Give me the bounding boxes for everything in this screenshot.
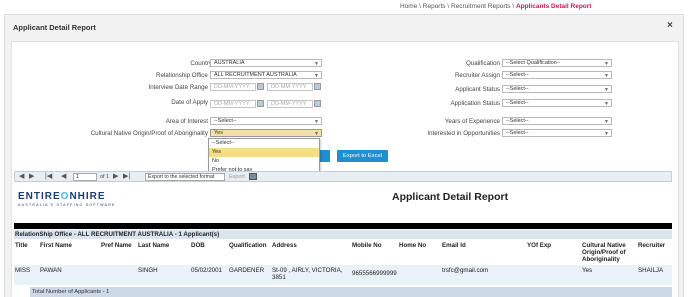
report-toolbar: ◀ ▶ |◀ ◀ 1 of 1 ▶ ▶| Export to the selec… — [14, 171, 672, 182]
relationship-office-label: Relationship Office * — [156, 72, 212, 79]
cell-email: trsfc@gmail.com — [442, 267, 489, 274]
area-of-interest-label: Area of Interest — [165, 118, 208, 125]
breadcrumb-home[interactable]: Home — [400, 3, 417, 10]
application-status-select[interactable]: --Select-- ▼ — [502, 99, 612, 107]
cell-cultural: Yes — [582, 267, 593, 274]
apply-date-to[interactable]: DD-MM-YYYY — [267, 100, 313, 108]
cell-mobile: 9655566999999 — [352, 270, 397, 277]
cell-qualification: GARDENER — [229, 267, 265, 274]
first-page-icon[interactable]: |◀ — [45, 172, 52, 180]
chevron-down-icon: ▼ — [604, 61, 609, 67]
chevron-down-icon: ▼ — [604, 101, 609, 107]
chevron-down-icon: ▼ — [314, 61, 319, 67]
modal-title: Applicant Detail Report — [13, 23, 96, 32]
previous-page-icon[interactable]: ◀ — [61, 172, 66, 180]
export-link[interactable]: Export — [229, 174, 245, 180]
applicant-status-label: Applicant Status — [455, 86, 500, 93]
area-of-interest-select[interactable]: --Select-- ▼ — [210, 117, 322, 125]
table-row: MISS PAWAN SINGH 05/02/2001 GARDENER St-… — [14, 265, 672, 285]
chevron-down-icon: ▼ — [314, 119, 319, 125]
back-icon[interactable]: ◀ — [19, 172, 24, 180]
interview-date-to[interactable]: DD-MM-YYYY — [267, 83, 313, 91]
cell-address: St-09 , AIRLY, VICTORIA, 3851 — [272, 267, 343, 281]
column-header: Recruiter — [638, 242, 666, 249]
column-header: Last Name — [138, 242, 170, 249]
dropdown-option[interactable]: --Select-- — [209, 139, 319, 148]
report-title: Applicant Detail Report — [392, 191, 509, 203]
interested-in-opportunities-select[interactable]: --Select-- ▼ — [502, 129, 612, 137]
report-divider — [14, 223, 672, 229]
qualification-select[interactable]: --Select Qualification-- ▼ — [502, 59, 612, 67]
chevron-down-icon: ▼ — [604, 131, 609, 137]
calendar-icon[interactable] — [257, 83, 264, 90]
column-header: YOf Exp — [527, 242, 552, 249]
column-header: Title — [15, 242, 28, 249]
years-of-experience-select[interactable]: --Select-- ▼ — [502, 117, 612, 125]
column-header: First Name — [40, 242, 72, 249]
qualification-label: Qualification — [465, 60, 500, 67]
close-icon[interactable]: × — [667, 20, 673, 31]
chevron-down-icon: ▼ — [314, 131, 319, 137]
recruiter-assign-select[interactable]: --Select-- ▼ — [502, 71, 612, 79]
apply-date-from[interactable]: DD-MM-YYYY — [210, 100, 256, 108]
breadcrumb: Home \ Reports \ Recruitment Reports \ A… — [400, 3, 592, 10]
relationship-office-select[interactable]: ALL RECRUITMENT AUSTRALIA ▼ — [210, 71, 322, 79]
column-header: Pref Name — [101, 242, 132, 249]
cultural-origin-select[interactable]: Yes ▼ — [210, 129, 322, 137]
column-header: Address — [272, 242, 297, 249]
total-row: Total Number of Applicants - 1 — [30, 287, 672, 297]
column-header: Mobile No — [352, 242, 382, 249]
chevron-down-icon: ▼ — [604, 73, 609, 79]
group-header: RelationShip Office - ALL RECRUITMENT AU… — [14, 230, 672, 239]
breadcrumb-reports[interactable]: Reports — [423, 3, 446, 10]
country-select[interactable]: AUSTRALIA ▼ — [210, 59, 322, 67]
date-of-apply-label: Date of Apply — [171, 99, 208, 106]
column-header: Home No — [399, 242, 427, 249]
cell-first-name: PAWAN — [40, 267, 62, 274]
forward-icon[interactable]: ▶ — [29, 172, 34, 180]
years-of-experience-label: Years of Experience — [444, 118, 500, 125]
cultural-origin-label: Cultural Native Origin/Proof of Aborigin… — [90, 130, 208, 137]
calendar-icon[interactable] — [257, 100, 264, 107]
export-to-excel-button[interactable]: Export to Excel — [337, 150, 388, 162]
cell-last-name: SINGH — [138, 267, 158, 274]
chevron-down-icon: ▼ — [604, 119, 609, 125]
next-page-icon[interactable]: ▶ — [113, 172, 118, 180]
country-label: Country — [190, 60, 212, 67]
breadcrumb-recruitment-reports[interactable]: Recruitment Reports — [451, 3, 511, 10]
column-header: Qualification — [229, 242, 267, 249]
calendar-icon[interactable] — [314, 83, 321, 90]
chevron-down-icon: ▼ — [604, 87, 609, 93]
report-canvas: ENTIREONHIRE AUSTRALIA'S STAFFING SOFTWA… — [14, 183, 672, 297]
dropdown-option[interactable]: No — [209, 157, 319, 166]
interview-date-range-label: Interview Date Range — [148, 84, 208, 91]
recruiter-assign-label: Recruiter Assign — [454, 72, 500, 79]
cell-dob: 05/02/2001 — [191, 267, 222, 274]
applicant-status-select[interactable]: --Select-- ▼ — [502, 85, 612, 93]
column-header: Email Id — [442, 242, 466, 249]
application-status-label: Application Status — [450, 100, 500, 107]
breadcrumb-current: Applicants Detail Report — [515, 3, 592, 10]
page-count-label: of 1 — [100, 174, 110, 180]
column-header: Cultural Native Origin/Proof of Aborigin… — [582, 242, 626, 263]
cell-recruiter: SHAILJA — [638, 267, 664, 274]
company-logo: ENTIREONHIRE AUSTRALIA'S STAFFING SOFTWA… — [18, 191, 116, 207]
interested-in-opportunities-label: Interested in Opportunities — [427, 130, 500, 137]
chevron-down-icon: ▼ — [314, 73, 319, 79]
last-page-icon[interactable]: ▶| — [123, 172, 130, 180]
calendar-icon[interactable] — [314, 100, 321, 107]
cell-title: MISS — [15, 267, 31, 274]
page-number-input[interactable]: 1 — [73, 173, 97, 181]
dropdown-option-selected[interactable]: Yes — [209, 148, 319, 157]
interview-date-from[interactable]: DD-MM-YYYY — [210, 83, 256, 91]
print-icon[interactable] — [249, 173, 257, 180]
column-header: DOB — [191, 242, 205, 249]
export-format-select[interactable]: Export to the selected format — [145, 173, 225, 181]
